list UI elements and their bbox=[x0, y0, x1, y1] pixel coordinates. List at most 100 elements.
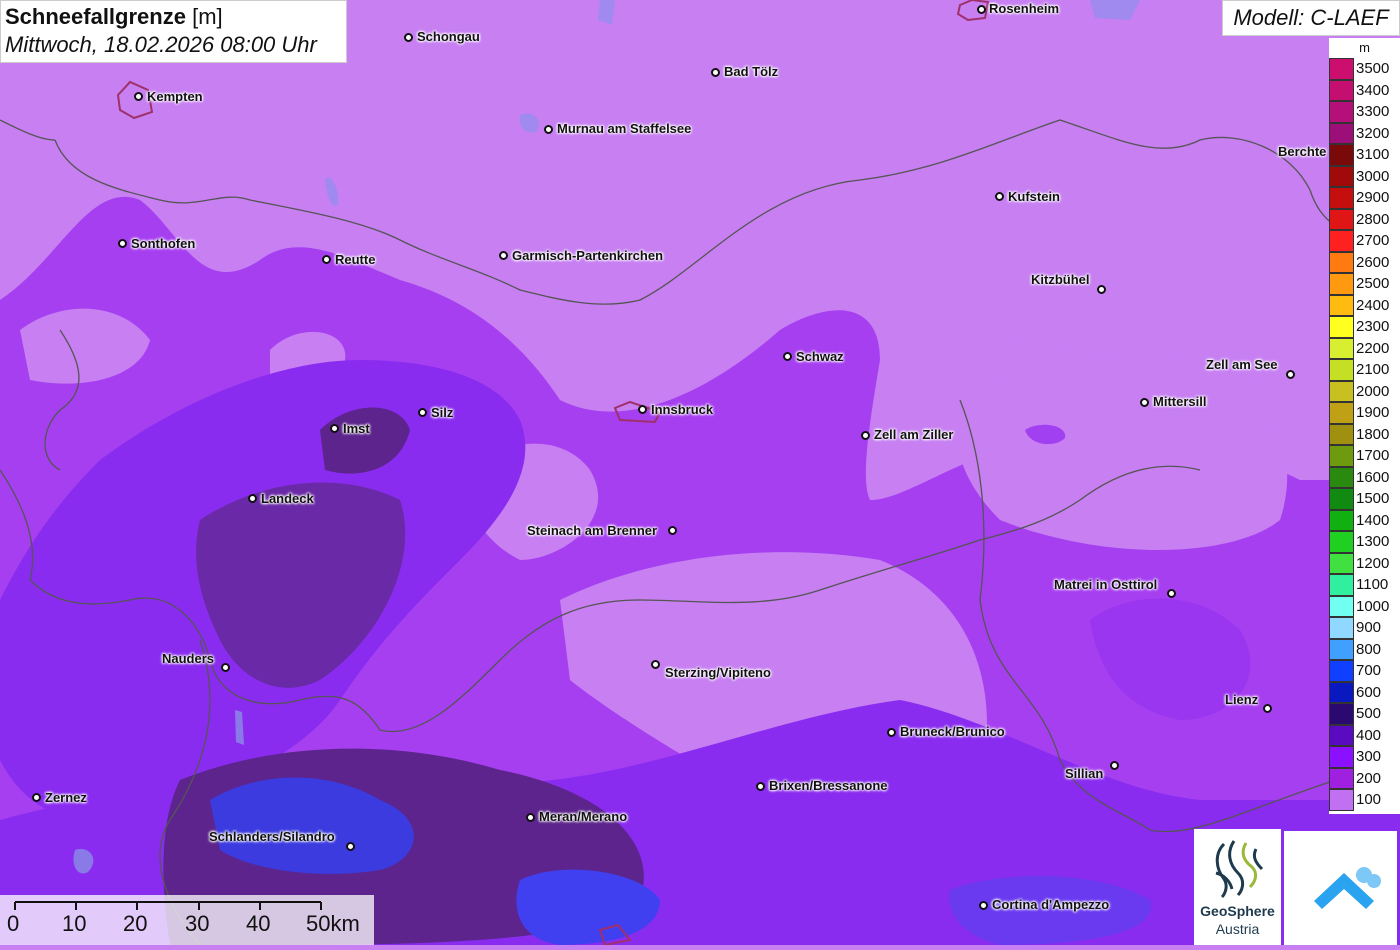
city-label-brixen: Brixen/Bressanone bbox=[769, 778, 888, 793]
legend-swatch bbox=[1329, 531, 1354, 553]
city-label-sterzing: Sterzing/Vipiteno bbox=[665, 665, 771, 680]
legend-swatch bbox=[1329, 122, 1354, 144]
legend-label: 3100 bbox=[1356, 146, 1390, 163]
city-label-bruneck: Bruneck/Brunico bbox=[900, 724, 1005, 739]
city-marker[interactable] bbox=[134, 92, 143, 101]
legend-swatch bbox=[1329, 79, 1354, 101]
legend-swatch bbox=[1329, 101, 1354, 123]
city-marker[interactable] bbox=[638, 405, 647, 414]
scale-label: 20 bbox=[123, 911, 148, 936]
city-label-landeck: Landeck bbox=[261, 491, 314, 506]
city-label-zernez: Zernez bbox=[45, 790, 87, 805]
legend-swatch bbox=[1329, 402, 1354, 424]
legend-swatch bbox=[1329, 509, 1354, 531]
city-marker[interactable] bbox=[248, 494, 257, 503]
city-marker[interactable] bbox=[756, 782, 765, 791]
legend-label: 2600 bbox=[1356, 253, 1390, 271]
map-area[interactable]: Rosenheim Schongau Kempten Bad Tölz Murn… bbox=[0, 0, 1400, 945]
city-marker[interactable] bbox=[783, 352, 792, 361]
city-label-garmisch: Garmisch-Partenkirchen bbox=[512, 248, 664, 263]
legend-label: 2500 bbox=[1356, 275, 1390, 292]
city-marker[interactable] bbox=[977, 5, 986, 14]
city-marker[interactable] bbox=[861, 431, 870, 440]
title-parameter: Schneefallgrenze bbox=[5, 4, 186, 29]
legend-label: 600 bbox=[1356, 683, 1382, 701]
legend-swatch bbox=[1329, 466, 1354, 488]
legend-entry: 800 bbox=[1329, 638, 1400, 660]
city-marker[interactable] bbox=[711, 68, 720, 77]
city-marker[interactable] bbox=[544, 125, 553, 134]
city-marker[interactable] bbox=[404, 33, 413, 42]
city-marker[interactable] bbox=[651, 660, 660, 669]
geosphere-icon bbox=[1215, 840, 1264, 899]
legend-swatch bbox=[1329, 337, 1354, 359]
city-marker[interactable] bbox=[1286, 370, 1295, 379]
city-marker[interactable] bbox=[1167, 589, 1176, 598]
city-marker[interactable] bbox=[1263, 704, 1272, 713]
legend-entry: 500 bbox=[1329, 703, 1400, 725]
legend-entry: 3500 bbox=[1329, 58, 1400, 80]
legend-entry: 3400 bbox=[1329, 79, 1400, 101]
legend-label: 1400 bbox=[1356, 511, 1390, 529]
legend-swatch bbox=[1329, 746, 1354, 768]
city-marker[interactable] bbox=[418, 408, 427, 417]
city-marker[interactable] bbox=[668, 526, 677, 535]
legend-entry: 3100 bbox=[1329, 144, 1400, 166]
weather-app-logo[interactable] bbox=[1284, 831, 1397, 945]
city-label-kitzbuehel: Kitzbühel bbox=[1031, 272, 1090, 287]
city-marker[interactable] bbox=[346, 842, 355, 851]
city-marker[interactable] bbox=[221, 663, 230, 672]
city-label-schlanders: Schlanders/Silandro bbox=[209, 829, 335, 844]
legend-entry: 3200 bbox=[1329, 122, 1400, 144]
city-marker[interactable] bbox=[979, 901, 988, 910]
legend-label: 400 bbox=[1356, 726, 1382, 744]
legend-swatch bbox=[1329, 638, 1354, 660]
legend-entry: 2300 bbox=[1329, 316, 1400, 338]
city-marker[interactable] bbox=[995, 192, 1004, 201]
legend-entry: 100 bbox=[1329, 789, 1400, 811]
legend-entry: 1700 bbox=[1329, 445, 1400, 467]
city-marker[interactable] bbox=[118, 239, 127, 248]
legend-swatch bbox=[1329, 144, 1354, 166]
city-marker[interactable] bbox=[1110, 761, 1119, 770]
city-marker[interactable] bbox=[1140, 398, 1149, 407]
city-marker[interactable] bbox=[32, 793, 41, 802]
city-marker[interactable] bbox=[322, 255, 331, 264]
city-label-mittersill: Mittersill bbox=[1153, 394, 1207, 409]
legend-swatch bbox=[1329, 703, 1354, 725]
city-label-lienz: Lienz bbox=[1225, 692, 1259, 707]
color-legend: m 3500 3400 3300 3200 3100 3000 2900 2800 2700 26… bbox=[1329, 38, 1400, 814]
legend-entry: 2400 bbox=[1329, 294, 1400, 316]
legend-label: 1900 bbox=[1356, 404, 1390, 421]
legend-label: 2400 bbox=[1356, 296, 1390, 314]
city-label-innsbruck: Innsbruck bbox=[651, 402, 714, 417]
legend-label: 2300 bbox=[1356, 318, 1390, 335]
legend-swatch bbox=[1329, 273, 1354, 295]
city-marker[interactable] bbox=[499, 251, 508, 260]
city-label-cortina: Cortina d'Ampezzo bbox=[992, 897, 1110, 912]
mountain-cloud-icon bbox=[1314, 867, 1381, 909]
city-marker[interactable] bbox=[887, 728, 896, 737]
legend-label: 200 bbox=[1356, 769, 1382, 787]
legend-entry: 2100 bbox=[1329, 359, 1400, 381]
city-marker[interactable] bbox=[1097, 285, 1106, 294]
city-label-murnau: Murnau am Staffelsee bbox=[557, 121, 692, 136]
scale-label: 50km bbox=[306, 911, 360, 936]
scale-label: 40 bbox=[246, 911, 271, 936]
legend-swatch bbox=[1329, 294, 1354, 316]
legend-label: 2800 bbox=[1356, 210, 1390, 228]
legend-label: 2700 bbox=[1356, 232, 1390, 249]
geosphere-name: GeoSphere bbox=[1200, 903, 1275, 919]
legend-swatch bbox=[1329, 187, 1354, 209]
city-marker[interactable] bbox=[330, 424, 339, 433]
legend-label: 500 bbox=[1356, 705, 1382, 722]
city-label-imst: Imst bbox=[343, 421, 370, 436]
legend-swatch bbox=[1329, 574, 1354, 596]
geosphere-logo[interactable]: GeoSphere Austria bbox=[1194, 829, 1281, 945]
scale-bar: 0 10 20 30 40 50km bbox=[0, 895, 374, 945]
legend-swatch bbox=[1329, 681, 1354, 703]
legend-label: 3400 bbox=[1356, 81, 1390, 99]
legend-swatch bbox=[1329, 251, 1354, 273]
city-marker[interactable] bbox=[526, 813, 535, 822]
legend-label: 1800 bbox=[1356, 425, 1390, 443]
